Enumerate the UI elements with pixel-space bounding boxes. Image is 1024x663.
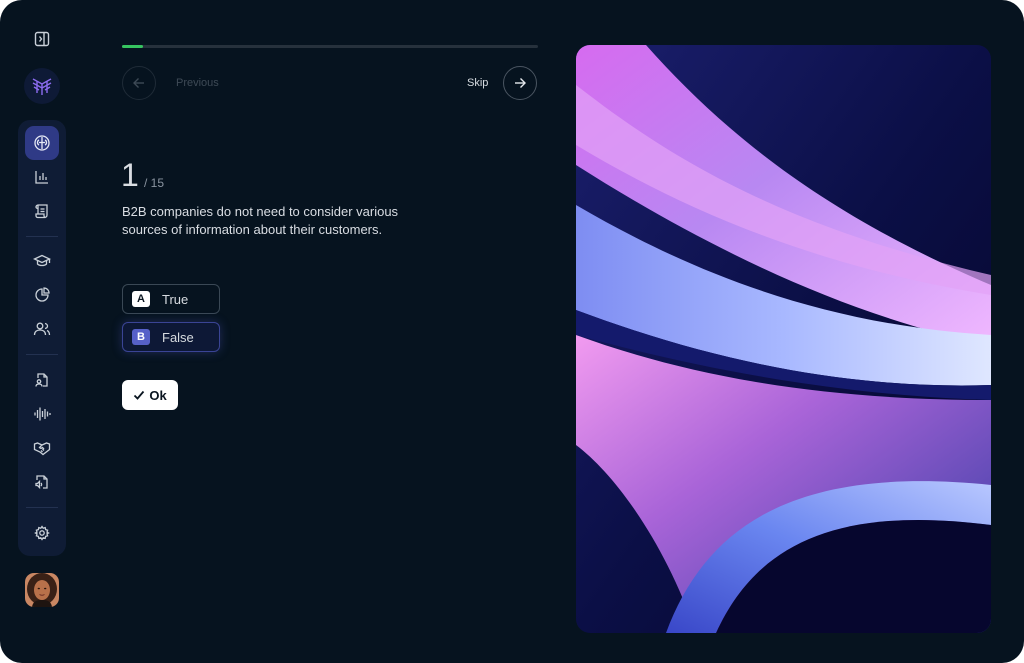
brain-icon <box>34 135 50 151</box>
quiz-progress-fill <box>122 45 143 48</box>
nav-item-documents[interactable] <box>25 363 59 397</box>
next-button[interactable] <box>503 66 537 100</box>
pie-chart-icon <box>35 287 50 302</box>
file-user-icon <box>35 373 48 387</box>
nav-divider <box>26 354 58 355</box>
answer-option-b[interactable]: B False <box>122 322 220 352</box>
question-number: 1 <box>121 157 139 193</box>
bar-chart-icon <box>35 171 48 184</box>
nav-item-settings[interactable] <box>25 516 59 550</box>
question-total: / 15 <box>144 176 165 190</box>
nav-item-reports[interactable] <box>25 278 59 312</box>
nav-item-brain[interactable] <box>25 126 59 160</box>
nav-item-scroll[interactable] <box>25 194 59 228</box>
nav-divider <box>26 236 58 237</box>
arrow-left-icon <box>133 78 144 88</box>
handshake-icon <box>33 442 51 456</box>
question-text: B2B companies do not need to consider va… <box>122 204 399 237</box>
nav-item-analytics[interactable] <box>25 160 59 194</box>
users-icon <box>33 322 51 336</box>
nav-item-learning[interactable] <box>25 244 59 278</box>
hero-abstract-image <box>576 45 991 633</box>
option-label: True <box>162 291 189 307</box>
nav-item-partners[interactable] <box>25 431 59 465</box>
previous-label[interactable]: Previous <box>176 77 219 89</box>
audio-wave-icon <box>34 407 51 421</box>
settings-icon <box>34 525 50 541</box>
nav-item-audio[interactable] <box>25 397 59 431</box>
quiz-progress-bar <box>122 45 538 48</box>
nav-item-audio-files[interactable] <box>25 465 59 499</box>
app-window: Previous Skip 1 / 15 B2B companies do no… <box>0 0 1024 663</box>
nav-divider <box>26 507 58 508</box>
scroll-icon <box>35 204 48 219</box>
skip-label[interactable]: Skip <box>467 77 488 89</box>
graduation-cap-icon <box>33 254 51 267</box>
arrow-right-icon <box>515 78 526 88</box>
ok-button[interactable]: Ok <box>122 380 178 410</box>
option-label: False <box>162 329 194 345</box>
file-audio-icon <box>35 475 48 490</box>
app-logo-icon[interactable] <box>24 68 60 104</box>
ok-label: Ok <box>149 387 167 403</box>
sidebar-nav <box>18 120 66 556</box>
nav-item-users[interactable] <box>25 312 59 346</box>
previous-button[interactable] <box>122 66 156 100</box>
user-avatar[interactable] <box>25 573 59 607</box>
sidebar-collapse-icon[interactable] <box>32 29 52 49</box>
check-icon <box>134 390 145 400</box>
answer-option-a[interactable]: A True <box>122 284 220 314</box>
option-key-badge: A <box>132 291 150 307</box>
option-key-badge: B <box>132 329 150 345</box>
